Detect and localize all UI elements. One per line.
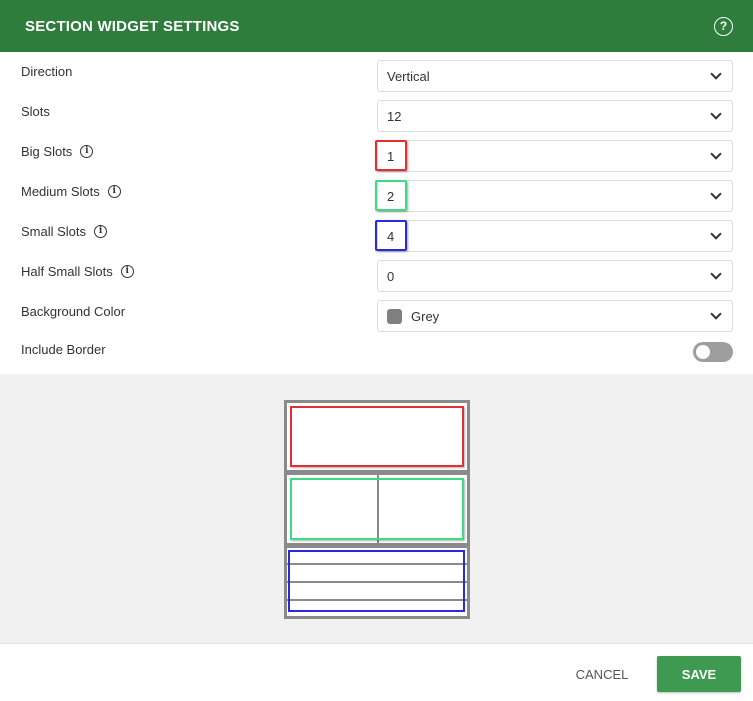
chevron-down-icon [710,228,722,240]
dialog-footer: CANCEL SAVE [0,643,753,701]
big-slots-value: 1 [387,148,395,164]
background-color-value: Grey [411,308,440,324]
background-color-label: Background Color [21,304,126,319]
info-icon[interactable]: i [80,145,94,158]
small-slots-row: Small Slots i 4 [0,212,753,252]
cancel-button[interactable]: CANCEL [566,656,638,692]
background-color-select[interactable]: Grey [377,300,733,332]
info-icon[interactable]: i [94,225,108,238]
direction-select[interactable]: Vertical [377,60,733,92]
preview-small-slot [288,550,465,612]
half-small-slots-label: Half Small Slots i [21,264,134,279]
background-color-row: Background Color Grey [0,292,753,332]
chevron-down-icon [710,308,722,320]
slots-value: 12 [387,108,402,124]
preview-medium-block [284,472,470,546]
preview-small-block [284,545,470,619]
include-border-label: Include Border [21,342,106,357]
slots-row: Slots 12 [0,92,753,132]
medium-slots-select[interactable]: 2 [375,180,733,212]
medium-slots-row: Medium Slots i 2 [0,172,753,212]
chevron-down-icon [710,268,722,280]
info-icon[interactable]: i [120,265,134,278]
direction-label: Direction [21,64,73,79]
small-slots-label: Small Slots i [21,224,108,239]
preview-big-block [284,400,470,473]
medium-slots-label: Medium Slots i [21,184,121,199]
slots-select[interactable]: 12 [377,100,733,132]
small-slots-value: 4 [387,228,395,244]
preview-medium-slot [290,478,464,540]
half-small-slots-value: 0 [387,268,395,284]
big-slots-select[interactable]: 1 [375,140,733,172]
layout-preview [284,400,470,619]
toggle-knob [696,345,710,359]
big-slots-row: Big Slots i 1 [0,132,753,172]
question-circle-icon[interactable]: ? [714,16,733,36]
preview-big-slot [290,406,464,467]
color-swatch [387,308,402,324]
medium-slots-value: 2 [387,188,395,204]
chevron-down-icon [710,68,722,80]
chevron-down-icon [710,148,722,160]
dialog-header: SECTION WIDGET SETTINGS ? [0,0,753,52]
direction-value: Vertical [387,68,430,84]
dialog-title: SECTION WIDGET SETTINGS [25,17,240,35]
chevron-down-icon [710,188,722,200]
include-border-row: Include Border [0,342,753,372]
small-slots-select[interactable]: 4 [375,220,733,252]
layout-preview-area [0,374,753,643]
half-small-slots-row: Half Small Slots i 0 [0,252,753,292]
info-icon[interactable]: i [107,185,121,198]
include-border-toggle[interactable] [693,342,733,362]
big-slots-label: Big Slots i [21,144,94,159]
slots-label: Slots [21,104,50,119]
direction-row: Direction Vertical [0,52,753,92]
save-button[interactable]: SAVE [657,656,741,692]
chevron-down-icon [710,108,722,120]
half-small-slots-select[interactable]: 0 [377,260,733,292]
